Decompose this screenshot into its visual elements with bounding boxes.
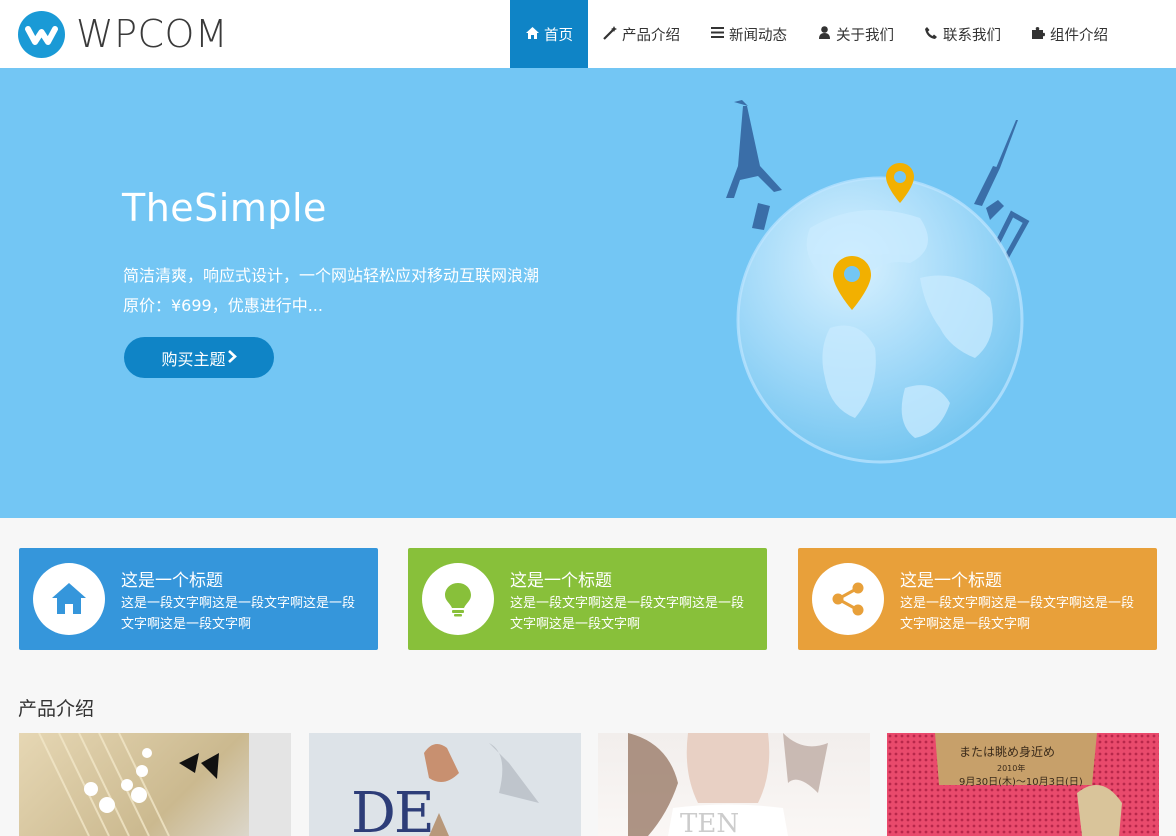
nav-item-components[interactable]: 组件介绍: [1016, 0, 1123, 68]
nav-label: 首页: [544, 27, 573, 44]
magic-wand-icon: [603, 25, 617, 43]
nav-label: 产品介绍: [622, 27, 680, 44]
product-date: 9月30日(木)〜10月3日(日): [959, 777, 1083, 788]
nav-label: 组件介绍: [1050, 27, 1108, 44]
feature-box-2[interactable]: 这是一个标题 这是一段文字啊这是一段文字啊这是一段文字啊这是一段文字啊: [408, 548, 767, 650]
hero-banner: TheSimple 简洁清爽，响应式设计，一个网站轻松应对移动互联网浪潮 原价：…: [0, 68, 1176, 518]
nav-label: 新闻动态: [729, 27, 787, 44]
hero-subtitle: 简洁清爽，响应式设计，一个网站轻松应对移动互联网浪潮 原价：¥699，优惠进行中…: [123, 261, 539, 321]
product-caption: TEN: [680, 809, 740, 836]
product-image: [38, 733, 291, 836]
hero-line-1: 简洁清爽，响应式设计，一个网站轻松应对移动互联网浪潮: [123, 266, 540, 285]
puzzle-icon: [1031, 26, 1045, 42]
nav-item-home[interactable]: 首页: [510, 0, 588, 68]
feature-icon-circle: [422, 563, 494, 635]
product-grid: DE TEN または眺め身近め 2010年 9月30日(木)〜10月3日(日): [19, 733, 1159, 836]
nav-item-news[interactable]: 新闻动态: [695, 0, 802, 68]
nav-item-about[interactable]: 关于我们: [802, 0, 909, 68]
products-section-title: 产品介绍: [18, 698, 95, 720]
feature-icon-circle: [33, 563, 105, 635]
product-card-4[interactable]: または眺め身近め 2010年 9月30日(木)〜10月3日(日): [887, 733, 1159, 836]
share-icon: [832, 582, 864, 616]
nav-item-contact[interactable]: 联系我们: [909, 0, 1016, 68]
product-caption: DE: [351, 781, 435, 836]
nav-label: 关于我们: [836, 27, 894, 44]
feature-title: 这是一个标题: [900, 571, 1002, 591]
product-card-3[interactable]: TEN: [598, 733, 870, 836]
site-logo[interactable]: WPCOM: [18, 10, 228, 58]
chevron-right-icon: [227, 348, 237, 367]
user-icon: [817, 26, 831, 42]
nav-label: 联系我们: [943, 27, 1001, 44]
feature-desc: 这是一段文字啊这是一段文字啊这是一段文字啊这是一段文字啊: [121, 596, 356, 632]
feature-box-1[interactable]: 这是一个标题 这是一段文字啊这是一段文字啊这是一段文字啊这是一段文字啊: [19, 548, 378, 650]
hero-title: TheSimple: [122, 186, 327, 230]
feature-desc: 这是一段文字啊这是一段文字啊这是一段文字啊这是一段文字啊: [900, 596, 1135, 632]
feature-desc: 这是一段文字啊这是一段文字啊这是一段文字啊这是一段文字啊: [510, 596, 745, 632]
buy-theme-button[interactable]: 购买主题: [124, 337, 274, 378]
home-icon: [525, 26, 539, 42]
nav-item-products[interactable]: 产品介绍: [588, 0, 695, 68]
lightbulb-icon: [445, 583, 471, 617]
feature-title: 这是一个标题: [121, 571, 223, 591]
product-caption: または眺め身近め: [959, 745, 1056, 759]
product-card-2[interactable]: DE: [309, 733, 581, 836]
main-nav: 首页 产品介绍 新闻动态 关于我们 联系我们 组件介绍: [510, 0, 1123, 68]
feature-icon-circle: [812, 563, 884, 635]
site-header: WPCOM 首页 产品介绍 新闻动态 关于我们 联系我们 组件介绍: [0, 0, 1176, 68]
hero-line-2: 原价：¥699，优惠进行中...: [123, 296, 323, 315]
eiffel-tower-icon: [726, 100, 782, 198]
logo-icon: [18, 10, 65, 58]
logo-text: WPCOM: [76, 12, 229, 56]
feature-boxes: 这是一个标题 这是一段文字啊这是一段文字啊这是一段文字啊这是一段文字啊 这是一个…: [19, 548, 1158, 650]
product-image: [309, 733, 581, 836]
product-card-1[interactable]: [19, 733, 291, 836]
home-icon: [52, 583, 86, 614]
feature-title: 这是一个标题: [510, 571, 612, 591]
globe-illustration: [726, 100, 1030, 464]
buy-theme-label: 购买主题: [161, 349, 226, 369]
feature-box-3[interactable]: 这是一个标题 这是一段文字啊这是一段文字啊这是一段文字啊这是一段文字啊: [798, 548, 1157, 650]
list-icon: [710, 27, 724, 41]
phone-icon: [924, 26, 938, 42]
